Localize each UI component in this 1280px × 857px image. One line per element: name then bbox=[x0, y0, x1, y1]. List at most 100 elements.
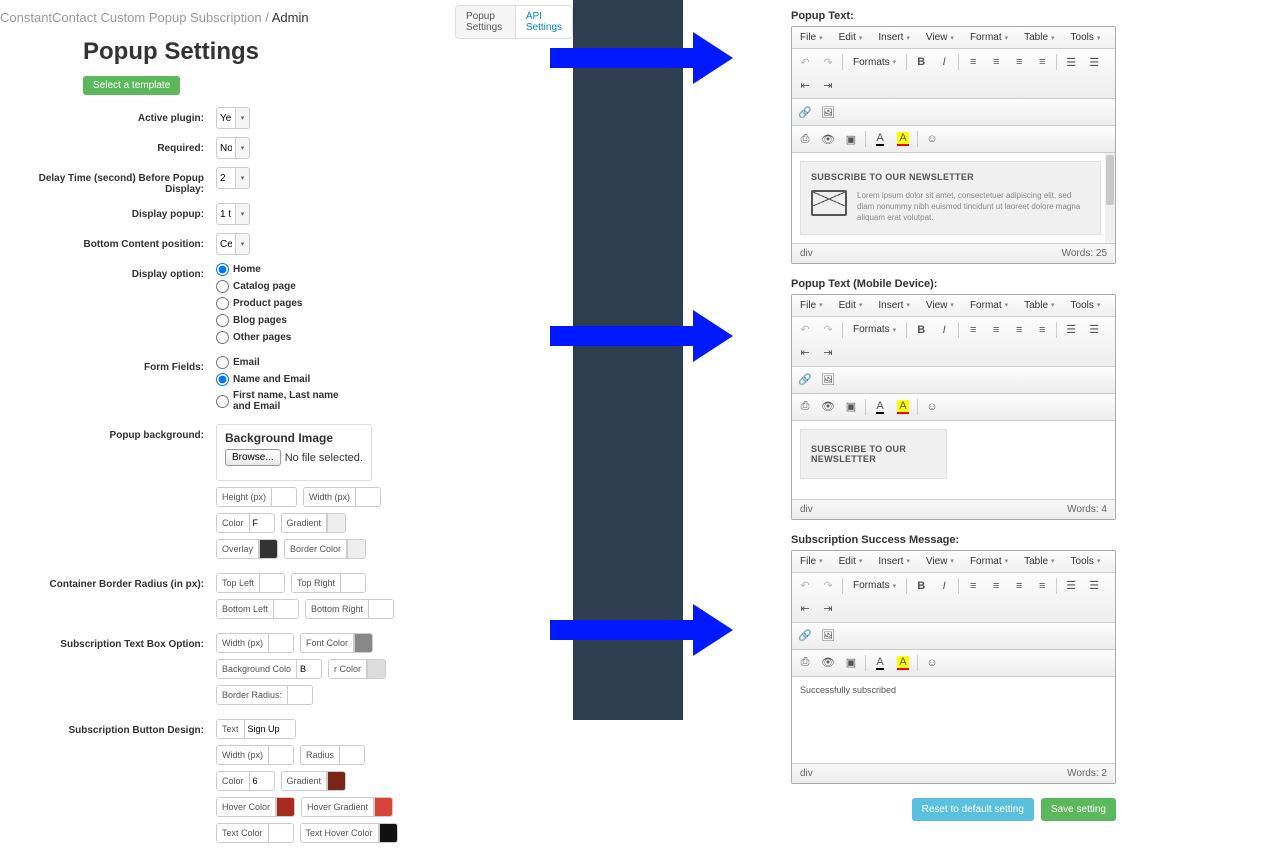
formats-dropdown[interactable]: Formats bbox=[846, 575, 903, 597]
indent-icon[interactable]: ⇥ bbox=[817, 74, 839, 96]
bl-input[interactable] bbox=[274, 600, 298, 618]
menu-tools[interactable]: Tools bbox=[1063, 27, 1109, 48]
number-list-icon[interactable]: ☰ bbox=[1083, 51, 1105, 73]
radio-product[interactable] bbox=[216, 297, 229, 310]
tb-width-input[interactable] bbox=[269, 634, 293, 652]
menu-edit[interactable]: Edit bbox=[831, 295, 871, 316]
align-right-icon[interactable]: ≡ bbox=[1008, 319, 1030, 341]
image-icon[interactable]: 🖼 bbox=[817, 625, 839, 647]
menu-tools[interactable]: Tools bbox=[1063, 551, 1109, 572]
italic-icon[interactable]: I bbox=[933, 575, 955, 597]
menu-view[interactable]: View bbox=[918, 27, 962, 48]
chevron-down-icon[interactable]: ▾ bbox=[236, 203, 250, 225]
menu-view[interactable]: View bbox=[918, 295, 962, 316]
delay-select[interactable] bbox=[216, 167, 236, 189]
br-input[interactable] bbox=[369, 600, 393, 618]
undo-icon[interactable]: ↶ bbox=[794, 319, 816, 341]
redo-icon[interactable]: ↷ bbox=[817, 319, 839, 341]
btn-width-input[interactable] bbox=[269, 746, 293, 764]
menu-format[interactable]: Format bbox=[962, 295, 1016, 316]
media-icon[interactable]: ▣ bbox=[840, 396, 862, 418]
indent-icon[interactable]: ⇥ bbox=[817, 598, 839, 620]
forecolor-icon[interactable]: A bbox=[869, 128, 891, 150]
tab-api-settings[interactable]: API Settings bbox=[515, 6, 572, 38]
width-input[interactable] bbox=[356, 488, 380, 506]
bold-icon[interactable]: B bbox=[910, 575, 932, 597]
border-color-swatch[interactable] bbox=[347, 540, 365, 558]
align-left-icon[interactable]: ≡ bbox=[962, 51, 984, 73]
align-right-icon[interactable]: ≡ bbox=[1008, 575, 1030, 597]
menu-edit[interactable]: Edit bbox=[831, 551, 871, 572]
radio-blog[interactable] bbox=[216, 314, 229, 327]
btn-hovergrad-swatch[interactable] bbox=[374, 798, 392, 816]
editor-content[interactable]: SUBSCRIBE TO OUR NEWSLETTER bbox=[792, 421, 1115, 499]
align-justify-icon[interactable]: ≡ bbox=[1031, 51, 1053, 73]
preview-icon[interactable]: 👁 bbox=[817, 652, 839, 674]
undo-icon[interactable]: ↶ bbox=[794, 51, 816, 73]
bullet-list-icon[interactable]: ☰ bbox=[1060, 51, 1082, 73]
outdent-icon[interactable]: ⇤ bbox=[794, 74, 816, 96]
radio-email[interactable] bbox=[216, 356, 229, 369]
align-right-icon[interactable]: ≡ bbox=[1008, 51, 1030, 73]
editor-content[interactable]: SUBSCRIBE TO OUR NEWSLETTER Lorem ipsum … bbox=[792, 153, 1115, 243]
menu-view[interactable]: View bbox=[918, 551, 962, 572]
tl-input[interactable] bbox=[260, 574, 284, 592]
emoticon-icon[interactable]: ☺ bbox=[921, 652, 943, 674]
preview-icon[interactable]: 👁 bbox=[817, 396, 839, 418]
height-input[interactable] bbox=[272, 488, 296, 506]
link-icon[interactable]: 🔗 bbox=[794, 369, 816, 391]
btn-gradient-swatch[interactable] bbox=[327, 772, 345, 790]
indent-icon[interactable]: ⇥ bbox=[817, 342, 839, 364]
link-icon[interactable]: 🔗 bbox=[794, 625, 816, 647]
backcolor-icon[interactable]: A bbox=[892, 652, 914, 674]
menu-format[interactable]: Format bbox=[962, 551, 1016, 572]
chevron-down-icon[interactable]: ▾ bbox=[236, 233, 250, 255]
menu-file[interactable]: File bbox=[792, 551, 831, 572]
tr-input[interactable] bbox=[341, 574, 365, 592]
outdent-icon[interactable]: ⇤ bbox=[794, 342, 816, 364]
italic-icon[interactable]: I bbox=[933, 51, 955, 73]
bold-icon[interactable]: B bbox=[910, 319, 932, 341]
select-template-button[interactable]: Select a template bbox=[83, 76, 180, 95]
backcolor-icon[interactable]: A bbox=[892, 396, 914, 418]
align-left-icon[interactable]: ≡ bbox=[962, 319, 984, 341]
btn-radius-input[interactable] bbox=[340, 746, 364, 764]
btn-color-input[interactable] bbox=[250, 772, 274, 790]
media-icon[interactable]: ▣ bbox=[840, 652, 862, 674]
radio-full[interactable] bbox=[216, 395, 229, 408]
gradient-swatch[interactable] bbox=[327, 514, 345, 532]
browse-button[interactable]: Browse... bbox=[225, 449, 281, 466]
align-left-icon[interactable]: ≡ bbox=[962, 575, 984, 597]
forecolor-icon[interactable]: A bbox=[869, 396, 891, 418]
menu-file[interactable]: File bbox=[792, 295, 831, 316]
overlay-swatch[interactable] bbox=[259, 540, 277, 558]
undo-icon[interactable]: ↶ bbox=[794, 575, 816, 597]
menu-format[interactable]: Format bbox=[962, 27, 1016, 48]
save-button[interactable]: Save setting bbox=[1041, 798, 1116, 821]
btn-texthover-swatch[interactable] bbox=[379, 824, 397, 842]
align-center-icon[interactable]: ≡ bbox=[985, 51, 1007, 73]
backcolor-icon[interactable]: A bbox=[892, 128, 914, 150]
tb-bordercolor-swatch[interactable] bbox=[367, 660, 385, 678]
image-icon[interactable]: 🖼 bbox=[817, 101, 839, 123]
radio-catalog[interactable] bbox=[216, 280, 229, 293]
tab-popup-settings[interactable]: Popup Settings bbox=[456, 6, 515, 38]
print-icon[interactable]: ⎙ bbox=[794, 652, 816, 674]
media-icon[interactable]: ▣ bbox=[840, 128, 862, 150]
reset-button[interactable]: Reset to default setting bbox=[912, 798, 1034, 821]
menu-insert[interactable]: Insert bbox=[870, 551, 918, 572]
btn-hover-swatch[interactable] bbox=[276, 798, 294, 816]
chevron-down-icon[interactable]: ▾ bbox=[236, 137, 250, 159]
align-center-icon[interactable]: ≡ bbox=[985, 575, 1007, 597]
btn-text-input[interactable] bbox=[245, 720, 295, 738]
menu-tools[interactable]: Tools bbox=[1063, 295, 1109, 316]
forecolor-icon[interactable]: A bbox=[869, 652, 891, 674]
radio-name-email[interactable] bbox=[216, 373, 229, 386]
menu-insert[interactable]: Insert bbox=[870, 295, 918, 316]
formats-dropdown[interactable]: Formats bbox=[846, 319, 903, 341]
menu-table[interactable]: Table bbox=[1016, 551, 1062, 572]
formats-dropdown[interactable]: Formats bbox=[846, 51, 903, 73]
image-icon[interactable]: 🖼 bbox=[817, 369, 839, 391]
menu-edit[interactable]: Edit bbox=[831, 27, 871, 48]
radio-home[interactable] bbox=[216, 263, 229, 276]
